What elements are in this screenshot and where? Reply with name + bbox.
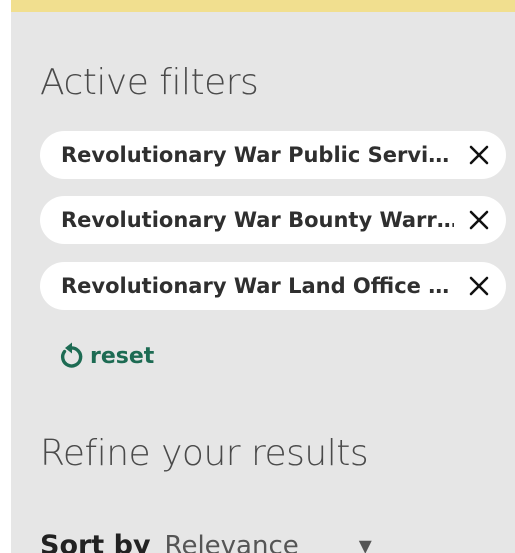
- active-filters-heading: Active filters: [40, 62, 259, 103]
- filter-chip[interactable]: Revolutionary War Bounty Warr…: [40, 196, 506, 244]
- close-icon[interactable]: [462, 203, 496, 237]
- undo-arrow-icon: [56, 341, 86, 371]
- refine-results-heading: Refine your results: [40, 433, 369, 474]
- chevron-down-icon[interactable]: ▾: [359, 531, 372, 553]
- filter-panel: Active filters Revolutionary War Public …: [11, 0, 515, 553]
- sort-by-label: Sort by: [40, 530, 151, 553]
- close-icon[interactable]: [462, 269, 496, 303]
- sort-control[interactable]: Sort by Relevance ▾: [40, 530, 372, 553]
- reset-label: reset: [90, 343, 155, 369]
- reset-filters-link[interactable]: reset: [56, 338, 154, 374]
- filter-chip-label: Revolutionary War Bounty Warr…: [61, 208, 454, 232]
- top-accent-bar: [11, 0, 515, 12]
- close-icon[interactable]: [462, 138, 496, 172]
- filter-chip[interactable]: Revolutionary War Public Servi…: [40, 131, 506, 179]
- filter-chip-label: Revolutionary War Public Servi…: [61, 143, 450, 167]
- sort-select-value[interactable]: Relevance: [165, 531, 299, 553]
- filter-chip[interactable]: Revolutionary War Land Office …: [40, 262, 506, 310]
- filter-chip-label: Revolutionary War Land Office …: [61, 274, 450, 298]
